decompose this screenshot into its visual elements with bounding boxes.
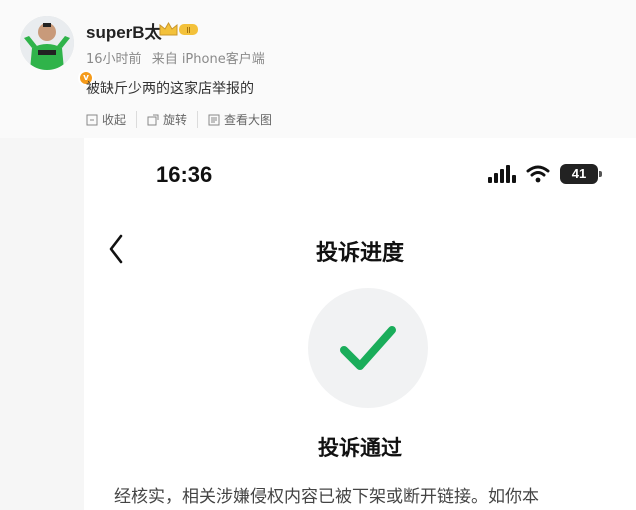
rotate-label: 旋转: [163, 113, 188, 127]
cellular-signal-icon: [488, 165, 516, 183]
rotate-icon: [147, 114, 159, 125]
post-source: 来自 iPhone客户端: [151, 52, 265, 67]
post-text: 被缺斤少两的这家店举报的: [86, 81, 254, 97]
username[interactable]: superB太: [86, 18, 162, 43]
view-large-button[interactable]: 查看大图: [208, 111, 282, 128]
view-large-icon: [208, 114, 220, 125]
checkmark-icon: [340, 326, 396, 370]
vip-crown-badge-icon: II: [159, 22, 198, 36]
page-title: 投诉进度: [315, 241, 404, 266]
post-time: 16小时前: [86, 52, 142, 67]
status-bar-time: 16:36: [156, 162, 213, 187]
success-circle: [308, 288, 428, 408]
collapse-icon: [86, 114, 98, 125]
wifi-icon: [526, 165, 550, 183]
badge-level: II: [186, 26, 190, 35]
collapse-button[interactable]: 收起: [86, 111, 138, 128]
weibo-post: v superB太 II 16小时前 来自 iPhone客户端 被缺斤少两的这家…: [0, 0, 636, 138]
collapse-label: 收起: [102, 113, 127, 127]
result-description: 经核实，相关涉嫌侵权内容已被下架或断开链接。如你本: [114, 487, 539, 507]
avatar[interactable]: v: [20, 16, 94, 86]
avatar-image: [20, 16, 74, 70]
result-title: 投诉通过: [318, 436, 402, 460]
phone-screenshot[interactable]: 16:36 41 投诉进度 投诉通过 经核实，相关涉嫌侵权内容已被下架或断开链接…: [84, 138, 636, 510]
battery-indicator: 41: [560, 164, 602, 184]
status-bar-icons: 41: [488, 164, 602, 184]
post-meta: 16小时前 来自 iPhone客户端: [86, 48, 271, 67]
rotate-button[interactable]: 旋转: [147, 111, 199, 128]
view-large-label: 查看大图: [224, 113, 273, 127]
image-actions: 收起 旋转 查看大图: [86, 111, 292, 128]
